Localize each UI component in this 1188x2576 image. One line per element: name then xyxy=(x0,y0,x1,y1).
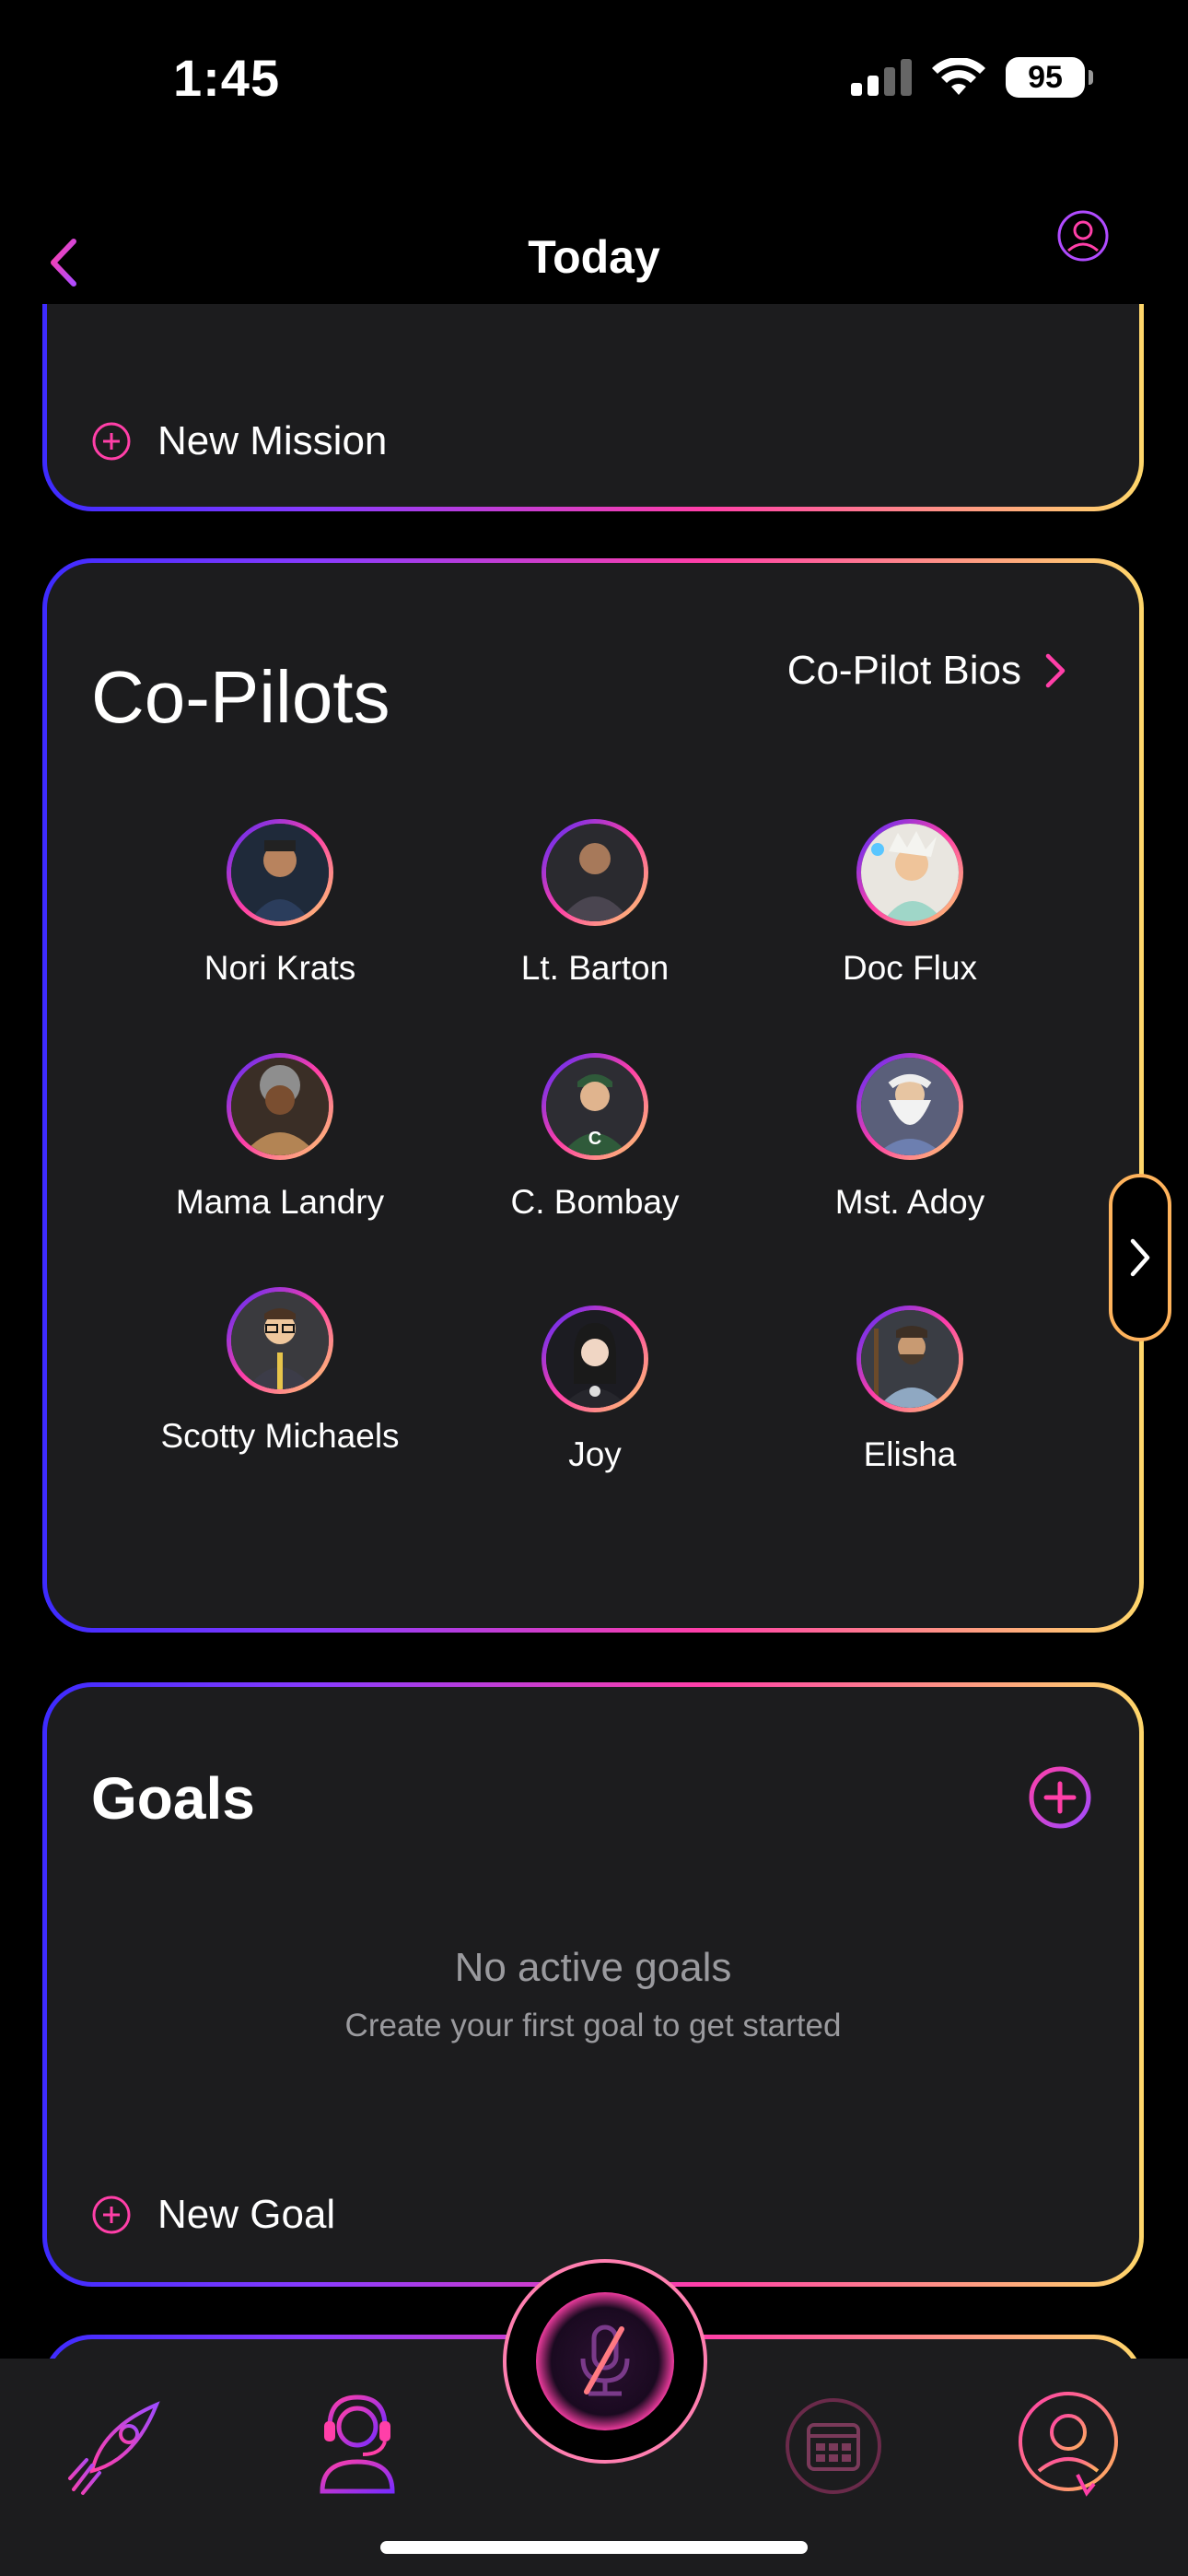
avatar xyxy=(227,1287,333,1394)
copilot-name: Joy xyxy=(568,1435,622,1473)
calendar-icon[interactable] xyxy=(783,2395,884,2497)
avatar xyxy=(542,819,648,926)
voice-mic-button[interactable] xyxy=(503,2259,707,2464)
copilot-item[interactable]: Lt. Barton xyxy=(438,819,751,990)
copilot-name: Mst. Adoy xyxy=(834,1183,985,1221)
plus-circle-icon xyxy=(92,2195,131,2234)
headset-user-icon[interactable] xyxy=(300,2384,414,2499)
copilot-name: Lt. Barton xyxy=(520,949,670,987)
copilot-bios-link[interactable]: Co-Pilot Bios xyxy=(787,648,1067,694)
copilot-name: Nori Krats xyxy=(204,949,356,987)
profile-menu-icon[interactable] xyxy=(1046,208,1120,319)
copilot-item[interactable]: Elisha xyxy=(753,1306,1066,1477)
copilot-name: Elisha xyxy=(863,1435,957,1473)
plus-circle-icon xyxy=(92,422,131,461)
chevron-right-icon xyxy=(1130,1238,1150,1277)
copilot-name: Scotty Michaels xyxy=(160,1417,400,1455)
support-agent-icon[interactable] xyxy=(1013,2386,1127,2500)
goals-card: Goals No active goals Create your first … xyxy=(42,1682,1144,2287)
new-goal-label: New Goal xyxy=(157,2192,336,2237)
avatar xyxy=(856,1306,963,1412)
wifi-icon xyxy=(932,58,985,95)
cellular-signal-icon xyxy=(851,59,912,96)
copilot-item[interactable]: Doc Flux xyxy=(753,819,1066,990)
mission-card: New Mission xyxy=(42,304,1144,511)
copilot-name: Doc Flux xyxy=(843,949,977,987)
copilot-item[interactable]: Scotty Michaels xyxy=(123,1287,437,1458)
copilots-card: Co-Pilots Co-Pilot Bios Nori Krats Lt. B… xyxy=(42,558,1144,1633)
chevron-right-icon xyxy=(1045,653,1066,688)
new-goal-button[interactable]: New Goal xyxy=(91,2192,335,2238)
avatar xyxy=(856,819,963,926)
new-mission-button[interactable]: New Mission xyxy=(91,418,387,464)
copilot-item[interactable]: Mama Landry xyxy=(123,1053,437,1224)
copilot-item[interactable]: Nori Krats xyxy=(123,819,437,990)
rocket-icon[interactable] xyxy=(64,2392,171,2499)
copilot-name: C. Bombay xyxy=(510,1183,680,1221)
svg-text:C: C xyxy=(588,1129,601,1149)
home-indicator xyxy=(380,2541,808,2554)
battery-indicator: 95 xyxy=(1006,57,1093,98)
copilot-item[interactable]: Mst. Adoy xyxy=(753,1053,1066,1224)
goals-title: Goals xyxy=(91,1765,255,1832)
avatar xyxy=(856,1053,963,1160)
empty-goals-title: No active goals xyxy=(454,1945,732,1990)
new-mission-label: New Mission xyxy=(157,418,388,463)
mic-off-icon xyxy=(580,2324,630,2396)
avatar xyxy=(227,819,333,926)
status-icons: 95 xyxy=(851,57,1093,98)
next-page-button[interactable] xyxy=(1109,1174,1171,1341)
page-title: Today xyxy=(528,231,660,283)
copilot-item[interactable]: Joy xyxy=(438,1306,751,1477)
copilots-title: Co-Pilots xyxy=(91,656,390,738)
avatar: C xyxy=(542,1053,648,1160)
copilot-name: Mama Landry xyxy=(175,1183,385,1221)
add-goal-icon[interactable] xyxy=(1027,1764,1093,1831)
status-time: 1:45 xyxy=(173,49,281,107)
copilot-bios-label: Co-Pilot Bios xyxy=(786,648,1021,693)
avatar xyxy=(542,1306,648,1412)
avatar xyxy=(227,1053,333,1160)
copilot-item[interactable]: C C. Bombay xyxy=(438,1053,751,1224)
empty-goals-subtitle: Create your first goal to get started xyxy=(344,2008,842,2043)
